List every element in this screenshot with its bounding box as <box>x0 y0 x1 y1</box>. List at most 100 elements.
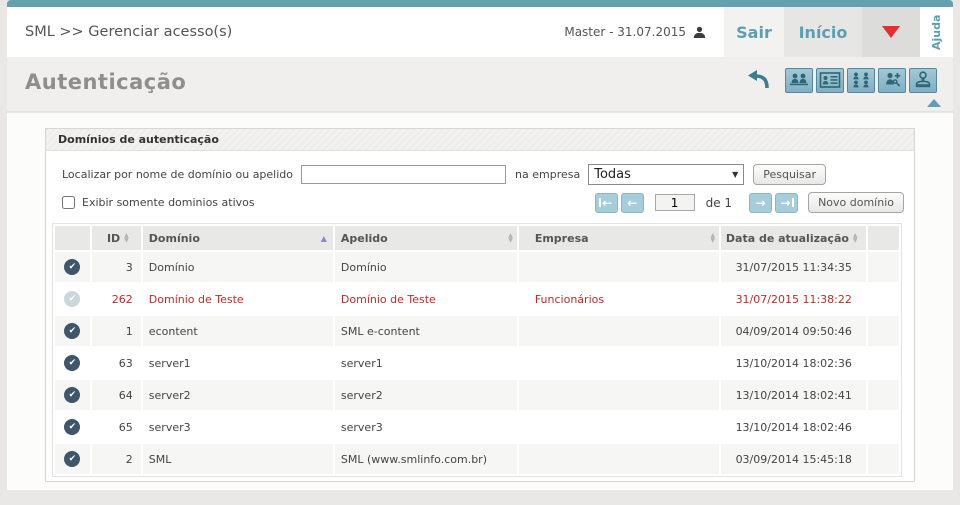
search-button[interactable]: Pesquisar <box>753 164 826 185</box>
red-triangle-icon <box>882 26 900 38</box>
cell-company: Funcionários <box>519 284 719 314</box>
company-select-value: Todas <box>594 167 631 182</box>
prev-page-button[interactable]: ← <box>621 193 644 213</box>
cell-alias: SML e-content <box>335 316 517 346</box>
cell-company <box>519 252 719 282</box>
title-bar: Autenticação <box>7 57 953 112</box>
cell-alias: Domínio de Teste <box>335 284 517 314</box>
cell-alias: Domínio <box>335 252 517 282</box>
app-header: SML >> Gerenciar acesso(s) Master - 31.0… <box>7 7 953 57</box>
column-header-updated[interactable]: Data de atualização ▲▼ <box>721 226 866 250</box>
sort-icon: ▲▼ <box>124 233 129 243</box>
cell-alias: server1 <box>335 348 517 378</box>
cell-domain: Domínio <box>143 252 333 282</box>
sort-asc-icon: ▲ <box>321 234 327 243</box>
domains-panel: Domínios de autenticação Localizar por n… <box>45 128 915 482</box>
page-count-label: de 1 <box>706 196 732 210</box>
search-input[interactable] <box>301 165 506 184</box>
cell-domain: Domínio de Teste <box>143 284 333 314</box>
cell-domain: econtent <box>143 316 333 346</box>
cell-domain: server3 <box>143 412 333 442</box>
cell-updated: 13/10/2014 18:02:36 <box>721 348 866 378</box>
domains-table: ID ▲▼ Domínio ▲ Apelido ▲▼ <box>52 223 902 477</box>
active-status-icon: ✔ <box>64 323 80 339</box>
sort-icon: ▲▼ <box>711 233 716 243</box>
table-row[interactable]: ✔ 1 econtent SML e-content 04/09/2014 09… <box>55 316 899 346</box>
cell-updated: 13/10/2014 18:02:46 <box>721 412 866 442</box>
column-header-domain[interactable]: Domínio ▲ <box>143 226 333 250</box>
cell-company <box>519 380 719 410</box>
pagination: ← ← de 1 → → Novo domínio <box>595 192 904 213</box>
id-card-icon[interactable] <box>816 68 844 93</box>
collapse-icon[interactable] <box>927 99 941 107</box>
help-tab[interactable]: Ajuda <box>920 7 953 57</box>
cell-updated: 31/07/2015 11:38:22 <box>721 284 866 314</box>
back-icon[interactable] <box>746 67 772 93</box>
filter-row: Localizar por nome de domínio ou apelido… <box>62 164 904 185</box>
active-only-label: Exibir somente dominios ativos <box>82 196 255 209</box>
table-row[interactable]: ✔ 3 Domínio Domínio 31/07/2015 11:34:35 <box>55 252 899 282</box>
table-row[interactable]: ✔ 63 server1 server1 13/10/2014 18:02:36 <box>55 348 899 378</box>
cell-id: 262 <box>92 284 141 314</box>
page-title: Autenticação <box>25 70 186 94</box>
company-label: na empresa <box>515 168 580 181</box>
logout-button[interactable]: Sair <box>724 7 784 57</box>
cell-id: 1 <box>92 316 141 346</box>
stamp-icon[interactable] <box>909 68 937 93</box>
table-row[interactable]: ✔ 262 Domínio de Teste Domínio de Teste … <box>55 284 899 314</box>
table-row[interactable]: ✔ 2 SML SML (www.smlinfo.com.br) 03/09/2… <box>55 444 899 474</box>
active-only-checkbox[interactable] <box>62 196 75 209</box>
org-chart-icon[interactable] <box>847 68 875 93</box>
cell-company <box>519 316 719 346</box>
arrow-right-icon: → <box>755 197 767 209</box>
user-permissions-icon[interactable] <box>878 68 906 93</box>
active-status-icon: ✔ <box>64 387 80 403</box>
cell-updated: 31/07/2015 11:34:35 <box>721 252 866 282</box>
arrow-left-icon: ← <box>626 197 638 209</box>
top-accent-bar <box>7 0 953 7</box>
menu-dropdown-button[interactable] <box>862 7 920 57</box>
cell-updated: 13/10/2014 18:02:41 <box>721 380 866 410</box>
cell-updated: 04/09/2014 09:50:46 <box>721 316 866 346</box>
active-only-option: Exibir somente dominios ativos <box>62 196 255 209</box>
page-input[interactable] <box>655 194 695 211</box>
cell-domain: server1 <box>143 348 333 378</box>
user-icon <box>693 26 706 39</box>
next-page-button[interactable]: → <box>749 193 772 213</box>
arrow-to-end-icon: → <box>780 197 792 209</box>
cell-id: 63 <box>92 348 141 378</box>
user-info-label: Master - 31.07.2015 <box>564 25 686 39</box>
users-icon[interactable] <box>785 68 813 93</box>
sort-icon: ▲▼ <box>508 233 513 243</box>
cell-company <box>519 444 719 474</box>
cell-id: 2 <box>92 444 141 474</box>
sort-icon: ▲▼ <box>853 233 858 243</box>
cell-id: 64 <box>92 380 141 410</box>
content-area: Domínios de autenticação Localizar por n… <box>7 113 953 490</box>
cell-alias: SML (www.smlinfo.com.br) <box>335 444 517 474</box>
company-select[interactable]: Todas ▼ <box>588 164 744 185</box>
table-row[interactable]: ✔ 65 server3 server3 13/10/2014 18:02:46 <box>55 412 899 442</box>
cell-updated: 03/09/2014 15:45:18 <box>721 444 866 474</box>
active-status-icon: ✔ <box>64 451 80 467</box>
active-status-icon: ✔ <box>64 291 80 307</box>
column-header-alias[interactable]: Apelido ▲▼ <box>335 226 517 250</box>
column-header-company[interactable]: Empresa ▲▼ <box>519 226 719 250</box>
cell-id: 65 <box>92 412 141 442</box>
table-body: ✔ 3 Domínio Domínio 31/07/2015 11:34:35 … <box>55 252 899 474</box>
first-page-button[interactable]: ← <box>595 193 618 213</box>
cell-company <box>519 348 719 378</box>
last-page-button[interactable]: → <box>775 193 798 213</box>
column-header-actions <box>868 226 899 250</box>
column-header-status <box>55 226 90 250</box>
active-status-icon: ✔ <box>64 419 80 435</box>
search-label: Localizar por nome de domínio ou apelido <box>62 168 293 181</box>
cell-alias: server2 <box>335 380 517 410</box>
home-button[interactable]: Início <box>784 7 862 57</box>
user-info: Master - 31.07.2015 <box>564 7 724 57</box>
column-header-id[interactable]: ID ▲▼ <box>92 226 141 250</box>
cell-company <box>519 412 719 442</box>
new-domain-button[interactable]: Novo domínio <box>808 192 904 213</box>
table-row[interactable]: ✔ 64 server2 server2 13/10/2014 18:02:41 <box>55 380 899 410</box>
title-toolbar <box>746 67 937 93</box>
